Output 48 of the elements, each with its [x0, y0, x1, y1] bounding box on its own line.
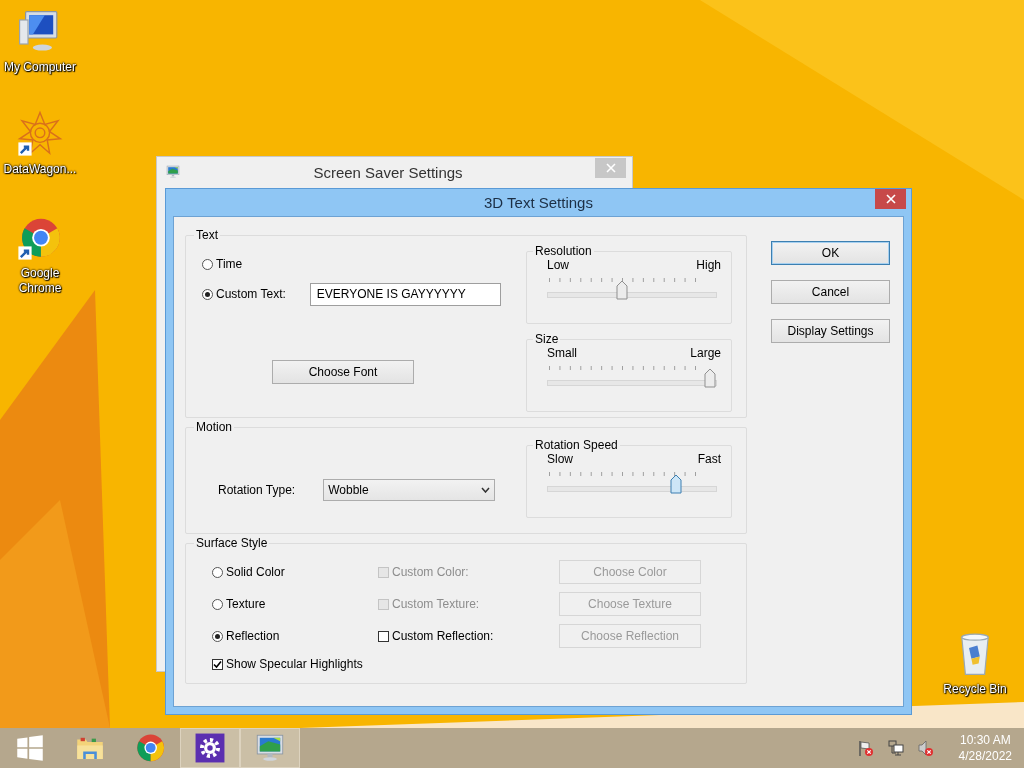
group-label: Surface Style — [195, 536, 269, 550]
slider-min-label: Slow — [547, 452, 573, 466]
group-label: Rotation Speed — [534, 438, 619, 452]
slider-thumb[interactable] — [704, 368, 717, 388]
radio-button[interactable] — [202, 258, 213, 270]
option-label[interactable]: Reflection — [226, 629, 280, 643]
slider-min-label: Small — [547, 346, 577, 360]
dialog-button[interactable]: Cancel — [771, 280, 890, 304]
dialog-button[interactable]: OK — [771, 241, 890, 265]
slider-max-label: Fast — [697, 452, 721, 466]
checkbox[interactable] — [378, 630, 389, 642]
group-label: Text — [195, 228, 219, 242]
slider-max-label: High — [696, 258, 721, 272]
flag-icon — [856, 739, 875, 757]
slider-max-label: Large — [690, 346, 721, 360]
gear-icon — [193, 731, 227, 765]
radio-button[interactable] — [212, 598, 223, 610]
choose-font-button[interactable]: Choose Font — [272, 360, 414, 384]
monitor-icon — [165, 164, 181, 180]
taskbar-button[interactable] — [180, 728, 240, 768]
slider-thumb[interactable] — [670, 474, 683, 494]
option-label[interactable]: Solid Color — [226, 565, 285, 579]
slider-min-label: Low — [547, 258, 569, 272]
option-label[interactable]: Custom Text: — [216, 287, 286, 301]
window-title: 3D Text Settings — [484, 194, 593, 211]
option-label[interactable]: Time — [216, 257, 243, 271]
dropdown[interactable]: Wobble — [323, 479, 496, 501]
close-button[interactable] — [875, 189, 906, 209]
window-title: Screen Saver Settings — [313, 163, 463, 181]
checkbox-label[interactable]: Custom Reflection: — [392, 629, 494, 643]
checkbox[interactable] — [212, 658, 223, 670]
speaker-icon — [916, 739, 935, 757]
close-icon — [885, 194, 896, 204]
slider-thumb[interactable] — [615, 280, 628, 300]
checkbox-label[interactable]: Show Specular Highlights — [226, 657, 363, 671]
dialog-button[interactable]: Display Settings — [771, 319, 890, 343]
group-label: Motion — [195, 420, 234, 434]
group-label: Resolution — [534, 244, 593, 258]
option-label[interactable]: Texture — [226, 597, 266, 611]
radio-button[interactable] — [202, 288, 213, 300]
close-icon — [605, 163, 616, 173]
field-label: Rotation Type: — [218, 483, 296, 497]
text-input[interactable]: EVERYONE IS GAYYYYYY — [309, 282, 501, 306]
radio-button[interactable] — [212, 566, 223, 578]
caret-icon — [481, 487, 491, 493]
radio-button[interactable] — [212, 630, 223, 642]
group-label: Size — [534, 332, 560, 346]
network-icon — [886, 739, 905, 757]
